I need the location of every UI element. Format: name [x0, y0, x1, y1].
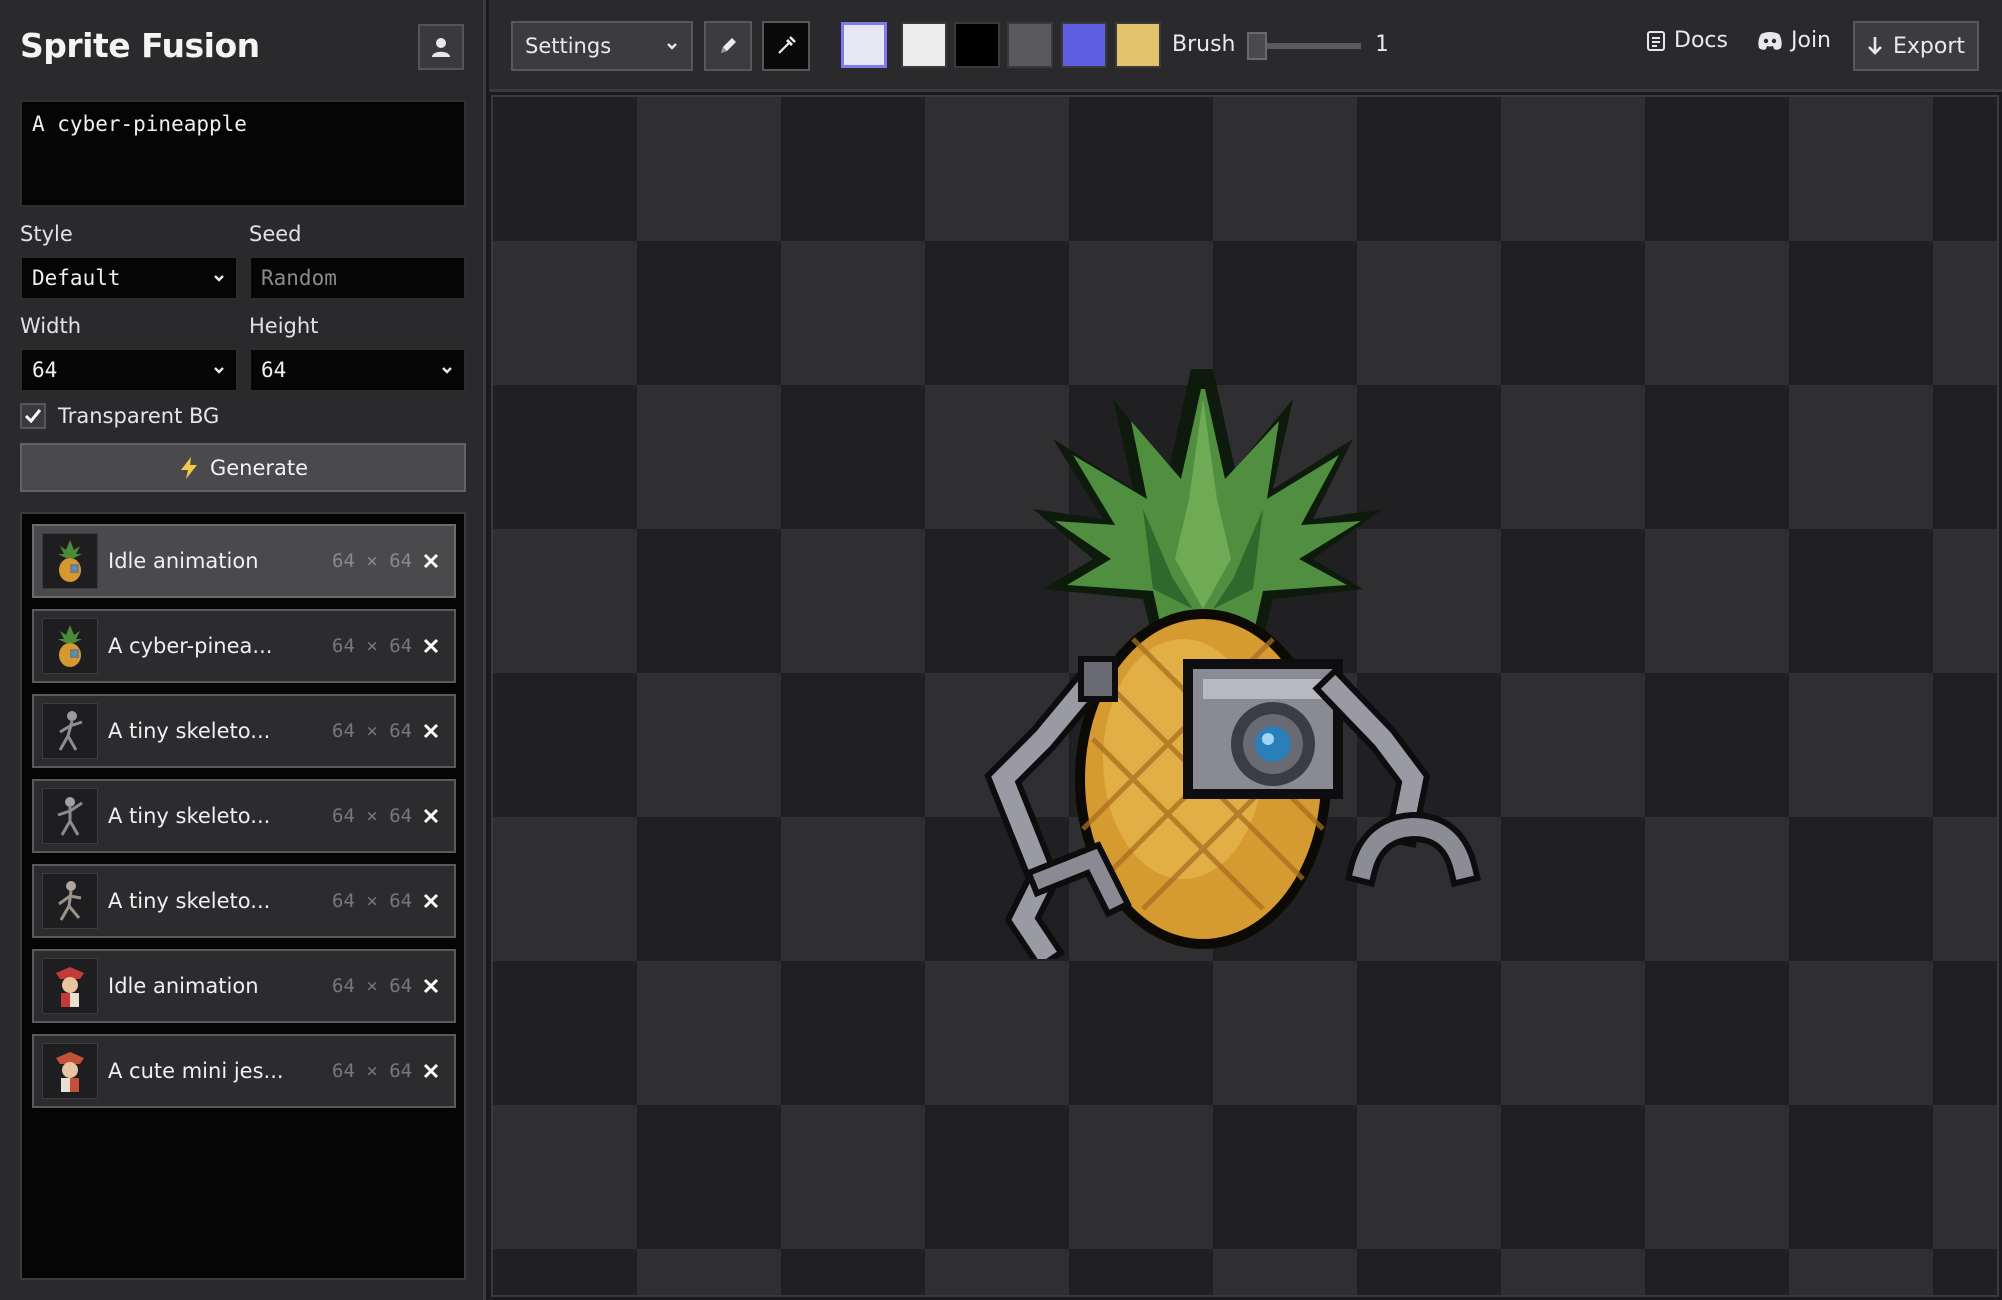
history-item-label: A tiny skeleto...: [108, 719, 271, 743]
history-item-size: 64 × 64: [332, 890, 413, 912]
eyedropper-icon: [778, 36, 796, 54]
download-arrow-icon: [1868, 37, 1882, 55]
seed-placeholder: Random: [261, 266, 337, 290]
brush-label: Brush: [1172, 32, 1236, 57]
history-item-size: 64 × 64: [332, 805, 413, 827]
color-swatch[interactable]: [1115, 22, 1161, 68]
width-label: Width: [20, 314, 82, 338]
history-item-size: 64 × 64: [332, 1060, 413, 1082]
close-icon[interactable]: [416, 1056, 446, 1086]
history-item-label: Idle animation: [108, 549, 259, 573]
transparent-bg-row: Transparent BG: [20, 403, 219, 429]
close-icon[interactable]: [416, 971, 446, 1001]
toolbar: Settings Brush 1 Docs Join Export: [489, 0, 2002, 92]
brush-slider-handle[interactable]: [1247, 32, 1267, 60]
sprite-canvas[interactable]: [491, 95, 1999, 1297]
history-item[interactable]: A cyber-pinea... 64 × 64: [32, 609, 456, 683]
close-icon[interactable]: [416, 801, 446, 831]
generate-label: Generate: [209, 455, 309, 480]
pineapple-thumb-icon: [42, 618, 98, 674]
pineapple-thumb-icon: [42, 533, 98, 589]
history-item-label: Idle animation: [108, 974, 259, 998]
history-item-size: 64 × 64: [332, 720, 413, 742]
jester-thumb-icon: [42, 958, 98, 1014]
settings-dropdown[interactable]: Settings: [511, 21, 693, 71]
color-swatch[interactable]: [954, 22, 1000, 68]
docs-icon: [1647, 30, 1665, 51]
user-icon: [432, 38, 450, 57]
brush-size-slider[interactable]: [1251, 43, 1361, 49]
history-item-label: A cyber-pinea...: [108, 634, 273, 658]
cyber-pineapple-sprite: [984, 369, 1482, 959]
brush-size-value: 1: [1375, 32, 1389, 57]
height-select[interactable]: 64: [249, 348, 466, 392]
style-value: Default: [32, 266, 121, 290]
lightning-icon: [180, 456, 197, 479]
style-select[interactable]: Default: [20, 256, 238, 300]
history-item-size: 64 × 64: [332, 550, 413, 572]
seed-label: Seed: [249, 222, 302, 246]
history-item-label: A tiny skeleto...: [108, 804, 271, 828]
transparent-bg-checkbox[interactable]: [20, 403, 46, 429]
history-item-label: A tiny skeleto...: [108, 889, 271, 913]
chevron-down-icon: [667, 43, 677, 50]
chevron-down-icon: [442, 367, 452, 374]
prompt-input[interactable]: [20, 100, 466, 207]
skeleton-thumb-icon: [42, 873, 98, 929]
width-value: 64: [32, 358, 58, 382]
history-item-size: 64 × 64: [332, 975, 413, 997]
generate-button[interactable]: Generate: [20, 443, 466, 492]
history-item-size: 64 × 64: [332, 635, 413, 657]
color-swatch[interactable]: [841, 22, 887, 68]
docs-link[interactable]: Docs: [1646, 28, 1728, 53]
height-label: Height: [249, 314, 319, 338]
history-item[interactable]: Idle animation 64 × 64: [32, 524, 456, 598]
close-icon[interactable]: [416, 716, 446, 746]
app-title: Sprite Fusion: [20, 26, 260, 65]
color-swatch[interactable]: [1007, 22, 1053, 68]
eyedropper-tool-button[interactable]: [762, 21, 810, 71]
robot-arm-right: [1312, 666, 1482, 888]
sidebar: Sprite Fusion Style Seed Default Random …: [0, 0, 486, 1300]
seed-input[interactable]: Random: [249, 256, 466, 300]
pineapple-leaves: [1033, 369, 1383, 639]
history-item[interactable]: Idle animation 64 × 64: [32, 949, 456, 1023]
jester-thumb-icon: [42, 1043, 98, 1099]
docs-label: Docs: [1674, 28, 1728, 53]
height-value: 64: [261, 358, 287, 382]
pencil-icon: [721, 38, 736, 53]
skeleton-thumb-icon: [42, 788, 98, 844]
settings-label: Settings: [525, 34, 612, 58]
close-icon[interactable]: [416, 886, 446, 916]
history-list: Idle animation 64 × 64 A cyber-pinea... …: [20, 512, 466, 1280]
join-label: Join: [1791, 28, 1832, 53]
style-label: Style: [20, 222, 73, 246]
history-item[interactable]: A cute mini jes... 64 × 64: [32, 1034, 456, 1108]
pencil-tool-button[interactable]: [704, 21, 752, 71]
skeleton-thumb-icon: [42, 703, 98, 759]
history-item[interactable]: A tiny skeleto... 64 × 64: [32, 694, 456, 768]
close-icon[interactable]: [416, 631, 446, 661]
chevron-down-icon: [214, 367, 224, 374]
join-discord-link[interactable]: Join: [1757, 28, 1831, 53]
color-swatch[interactable]: [901, 22, 947, 68]
camera-module: [1183, 659, 1343, 799]
width-select[interactable]: 64: [20, 348, 238, 392]
color-swatch[interactable]: [1061, 22, 1107, 68]
close-icon[interactable]: [416, 546, 446, 576]
checkmark-icon: [24, 409, 42, 424]
chevron-down-icon: [214, 275, 224, 282]
history-item-label: A cute mini jes...: [108, 1059, 284, 1083]
history-item[interactable]: A tiny skeleto... 64 × 64: [32, 779, 456, 853]
export-label: Export: [1892, 33, 1965, 59]
user-account-button[interactable]: [418, 24, 464, 70]
export-button[interactable]: Export: [1853, 21, 1979, 71]
history-item[interactable]: A tiny skeleto... 64 × 64: [32, 864, 456, 938]
transparent-bg-label: Transparent BG: [58, 404, 220, 428]
discord-icon: [1758, 31, 1782, 50]
